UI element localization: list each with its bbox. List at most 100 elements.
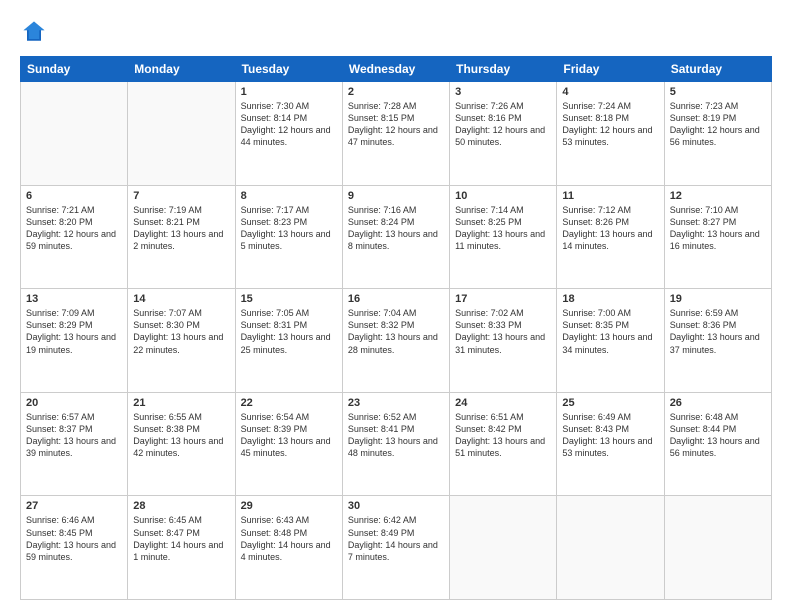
day-number: 1 (241, 86, 337, 98)
calendar-cell: 1 Sunrise: 7:30 AMSunset: 8:14 PMDaylight… (235, 82, 342, 186)
calendar-cell: 18 Sunrise: 7:00 AMSunset: 8:35 PMDayligh… (557, 289, 664, 393)
day-number: 8 (241, 190, 337, 202)
day-info: Sunrise: 6:57 AMSunset: 8:37 PMDaylight:… (26, 411, 122, 460)
weekday-header-saturday: Saturday (664, 57, 771, 82)
day-info: Sunrise: 7:16 AMSunset: 8:24 PMDaylight:… (348, 204, 444, 253)
day-info: Sunrise: 6:59 AMSunset: 8:36 PMDaylight:… (670, 307, 766, 356)
day-info: Sunrise: 7:09 AMSunset: 8:29 PMDaylight:… (26, 307, 122, 356)
day-number: 4 (562, 86, 658, 98)
day-number: 25 (562, 397, 658, 409)
day-info: Sunrise: 7:26 AMSunset: 8:16 PMDaylight:… (455, 100, 551, 149)
day-number: 11 (562, 190, 658, 202)
calendar-cell: 17 Sunrise: 7:02 AMSunset: 8:33 PMDayligh… (450, 289, 557, 393)
day-number: 23 (348, 397, 444, 409)
calendar-cell: 3 Sunrise: 7:26 AMSunset: 8:16 PMDaylight… (450, 82, 557, 186)
day-info: Sunrise: 7:10 AMSunset: 8:27 PMDaylight:… (670, 204, 766, 253)
day-number: 29 (241, 500, 337, 512)
calendar-week-1: 1 Sunrise: 7:30 AMSunset: 8:14 PMDaylight… (21, 82, 772, 186)
calendar-cell: 13 Sunrise: 7:09 AMSunset: 8:29 PMDayligh… (21, 289, 128, 393)
calendar-week-4: 20 Sunrise: 6:57 AMSunset: 8:37 PMDayligh… (21, 392, 772, 496)
calendar-cell (21, 82, 128, 186)
calendar-cell: 9 Sunrise: 7:16 AMSunset: 8:24 PMDaylight… (342, 185, 449, 289)
day-number: 13 (26, 293, 122, 305)
day-number: 22 (241, 397, 337, 409)
page: SundayMondayTuesdayWednesdayThursdayFrid… (0, 0, 792, 612)
day-number: 12 (670, 190, 766, 202)
calendar-week-5: 27 Sunrise: 6:46 AMSunset: 8:45 PMDayligh… (21, 496, 772, 600)
day-number: 6 (26, 190, 122, 202)
day-info: Sunrise: 7:02 AMSunset: 8:33 PMDaylight:… (455, 307, 551, 356)
day-info: Sunrise: 7:23 AMSunset: 8:19 PMDaylight:… (670, 100, 766, 149)
day-number: 17 (455, 293, 551, 305)
day-number: 5 (670, 86, 766, 98)
weekday-header-sunday: Sunday (21, 57, 128, 82)
calendar-cell: 15Sunrise: 7:05 AMSunset: 8:31 PMDayligh… (235, 289, 342, 393)
day-number: 14 (133, 293, 229, 305)
day-number: 2 (348, 86, 444, 98)
day-info: Sunrise: 6:45 AMSunset: 8:47 PMDaylight:… (133, 514, 229, 563)
day-info: Sunrise: 7:28 AMSunset: 8:15 PMDaylight:… (348, 100, 444, 149)
day-info: Sunrise: 7:04 AMSunset: 8:32 PMDaylight:… (348, 307, 444, 356)
calendar-cell: 27 Sunrise: 6:46 AMSunset: 8:45 PMDayligh… (21, 496, 128, 600)
weekday-header-thursday: Thursday (450, 57, 557, 82)
weekday-header-wednesday: Wednesday (342, 57, 449, 82)
day-info: Sunrise: 7:00 AMSunset: 8:35 PMDaylight:… (562, 307, 658, 356)
day-info: Sunrise: 7:14 AMSunset: 8:25 PMDaylight:… (455, 204, 551, 253)
calendar-cell: 22 Sunrise: 6:54 AMSunset: 8:39 PMDayligh… (235, 392, 342, 496)
calendar-cell (664, 496, 771, 600)
day-number: 24 (455, 397, 551, 409)
calendar-cell: 21Sunrise: 6:55 AMSunset: 8:38 PMDayligh… (128, 392, 235, 496)
day-info: Sunrise: 7:19 AMSunset: 8:21 PMDaylight:… (133, 204, 229, 253)
weekday-header-tuesday: Tuesday (235, 57, 342, 82)
calendar-cell: 11 Sunrise: 7:12 AMSunset: 8:26 PMDayligh… (557, 185, 664, 289)
calendar-cell: 2 Sunrise: 7:28 AMSunset: 8:15 PMDaylight… (342, 82, 449, 186)
day-info: Sunrise: 6:42 AMSunset: 8:49 PMDaylight:… (348, 514, 444, 563)
calendar-cell: 4Sunrise: 7:24 AMSunset: 8:18 PMDaylight… (557, 82, 664, 186)
day-number: 19 (670, 293, 766, 305)
day-info: Sunrise: 7:30 AMSunset: 8:14 PMDaylight:… (241, 100, 337, 149)
calendar-cell: 25 Sunrise: 6:49 AMSunset: 8:43 PMDayligh… (557, 392, 664, 496)
calendar-cell: 20 Sunrise: 6:57 AMSunset: 8:37 PMDayligh… (21, 392, 128, 496)
weekday-header-row: SundayMondayTuesdayWednesdayThursdayFrid… (21, 57, 772, 82)
day-info: Sunrise: 7:17 AMSunset: 8:23 PMDaylight:… (241, 204, 337, 253)
calendar-cell: 14 Sunrise: 7:07 AMSunset: 8:30 PMDayligh… (128, 289, 235, 393)
calendar-cell: 12 Sunrise: 7:10 AMSunset: 8:27 PMDayligh… (664, 185, 771, 289)
day-number: 20 (26, 397, 122, 409)
calendar-cell: 28 Sunrise: 6:45 AMSunset: 8:47 PMDayligh… (128, 496, 235, 600)
day-info: Sunrise: 6:51 AMSunset: 8:42 PMDaylight:… (455, 411, 551, 460)
day-info: Sunrise: 7:05 AMSunset: 8:31 PMDaylight:… (241, 307, 337, 356)
calendar-cell (557, 496, 664, 600)
calendar-cell: 8 Sunrise: 7:17 AMSunset: 8:23 PMDaylight… (235, 185, 342, 289)
calendar-cell (450, 496, 557, 600)
calendar-week-2: 6Sunrise: 7:21 AMSunset: 8:20 PMDaylight… (21, 185, 772, 289)
day-info: Sunrise: 6:43 AMSunset: 8:48 PMDaylight:… (241, 514, 337, 563)
day-number: 3 (455, 86, 551, 98)
day-number: 26 (670, 397, 766, 409)
day-number: 27 (26, 500, 122, 512)
day-number: 7 (133, 190, 229, 202)
calendar-week-3: 13 Sunrise: 7:09 AMSunset: 8:29 PMDayligh… (21, 289, 772, 393)
day-number: 18 (562, 293, 658, 305)
calendar-cell: 26 Sunrise: 6:48 AMSunset: 8:44 PMDayligh… (664, 392, 771, 496)
day-info: Sunrise: 6:46 AMSunset: 8:45 PMDaylight:… (26, 514, 122, 563)
day-number: 10 (455, 190, 551, 202)
day-number: 30 (348, 500, 444, 512)
day-info: Sunrise: 6:54 AMSunset: 8:39 PMDaylight:… (241, 411, 337, 460)
calendar-cell: 19 Sunrise: 6:59 AMSunset: 8:36 PMDayligh… (664, 289, 771, 393)
day-info: Sunrise: 6:48 AMSunset: 8:44 PMDaylight:… (670, 411, 766, 460)
day-info: Sunrise: 7:07 AMSunset: 8:30 PMDaylight:… (133, 307, 229, 356)
calendar-cell: 29 Sunrise: 6:43 AMSunset: 8:48 PMDayligh… (235, 496, 342, 600)
day-number: 9 (348, 190, 444, 202)
day-info: Sunrise: 6:49 AMSunset: 8:43 PMDaylight:… (562, 411, 658, 460)
calendar-cell: 23 Sunrise: 6:52 AMSunset: 8:41 PMDayligh… (342, 392, 449, 496)
day-info: Sunrise: 6:52 AMSunset: 8:41 PMDaylight:… (348, 411, 444, 460)
day-number: 16 (348, 293, 444, 305)
weekday-header-friday: Friday (557, 57, 664, 82)
calendar-cell (128, 82, 235, 186)
day-number: 21 (133, 397, 229, 409)
calendar-cell: 6Sunrise: 7:21 AMSunset: 8:20 PMDaylight… (21, 185, 128, 289)
day-info: Sunrise: 7:12 AMSunset: 8:26 PMDaylight:… (562, 204, 658, 253)
day-number: 28 (133, 500, 229, 512)
calendar-cell: 16 Sunrise: 7:04 AMSunset: 8:32 PMDayligh… (342, 289, 449, 393)
calendar-cell: 5 Sunrise: 7:23 AMSunset: 8:19 PMDaylight… (664, 82, 771, 186)
